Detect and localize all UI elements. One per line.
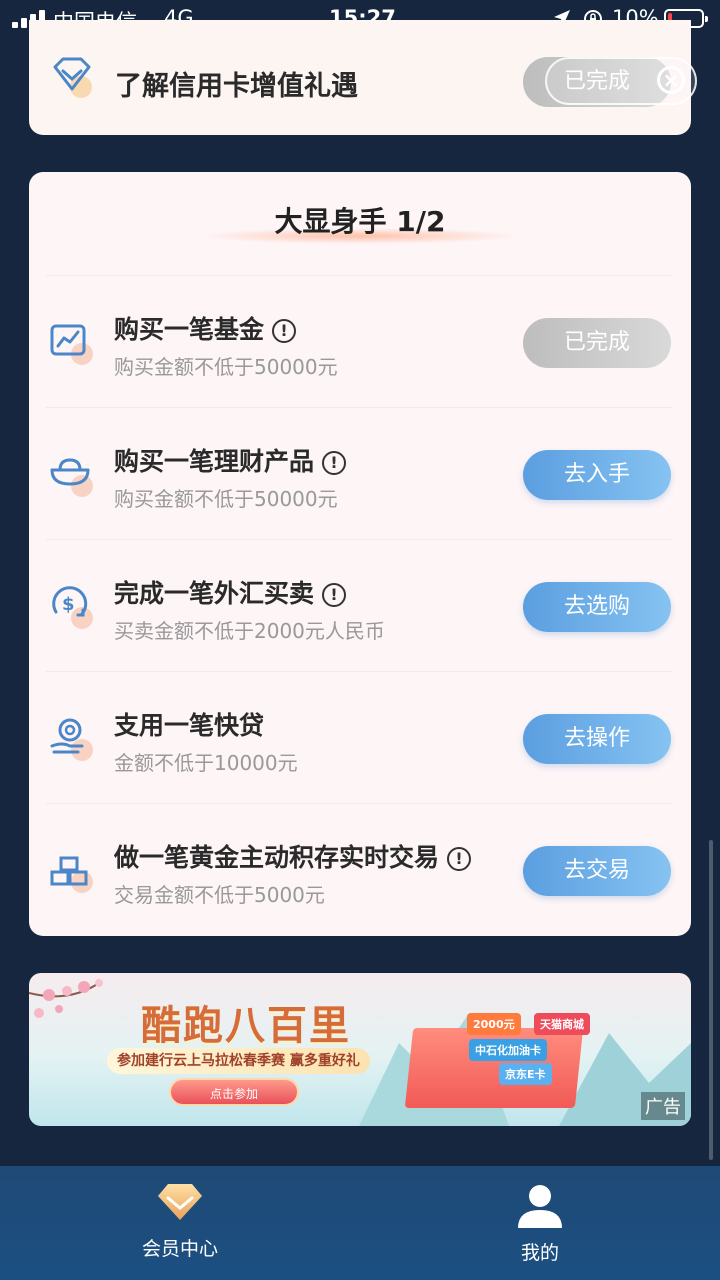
info-icon[interactable]: ! bbox=[322, 583, 347, 607]
buy-wealth-product-button[interactable]: 去入手 bbox=[523, 450, 671, 500]
coupon-label: 天猫商城 bbox=[534, 1013, 590, 1035]
use-quick-loan-button[interactable]: 去操作 bbox=[523, 714, 671, 764]
info-icon[interactable]: ! bbox=[272, 319, 297, 343]
task-row: 购买一笔理财产品! 购买金额不低于50000元 去入手 bbox=[46, 407, 672, 540]
gold-trade-button[interactable]: 去交易 bbox=[523, 846, 671, 896]
tab-label: 会员中心 bbox=[141, 1238, 218, 1260]
task-row: 做一笔黄金主动积存实时交易! 交易金额不低于5000元 去交易 bbox=[46, 803, 672, 936]
ingot-icon bbox=[50, 458, 93, 497]
cherry-blossom-decoration bbox=[29, 979, 103, 1018]
task-description: 买卖金额不低于2000元人民币 bbox=[114, 619, 385, 643]
coupon-label: 中石化加油卡 bbox=[469, 1039, 547, 1061]
coupon-label: 2000元 bbox=[467, 1013, 521, 1035]
banner-slogan: 参加建行云上马拉松春季赛 赢多重好礼 bbox=[107, 1048, 370, 1074]
loan-hand-icon bbox=[50, 718, 93, 761]
user-icon bbox=[518, 1185, 562, 1228]
buy-forex-button[interactable]: 去选购 bbox=[523, 582, 671, 632]
dollar-exchange-icon: $ bbox=[52, 586, 93, 629]
section-title: 大显身手 1/2 bbox=[274, 205, 446, 238]
task-name: 完成一笔外汇买卖! bbox=[114, 574, 347, 610]
close-icon[interactable]: × bbox=[657, 66, 685, 94]
task-row: $ 完成一笔外汇买卖! 买卖金额不低于2000元人民币 去选购 bbox=[46, 539, 672, 672]
gold-bars-icon bbox=[50, 856, 93, 893]
tab-label: 我的 bbox=[520, 1242, 559, 1264]
tab-member-center[interactable]: 会员中心 bbox=[80, 1166, 280, 1280]
task-name: 支用一笔快贷 bbox=[114, 711, 265, 740]
info-icon[interactable]: ! bbox=[322, 451, 347, 475]
scrollbar[interactable] bbox=[709, 840, 713, 1160]
task-description: 交易金额不低于5000元 bbox=[114, 883, 325, 907]
ad-label: 广告 bbox=[641, 1092, 685, 1120]
marathon-logo: 酷跑八百里 bbox=[141, 1003, 351, 1049]
diamond-icon bbox=[158, 1184, 202, 1220]
task-name: 购买一笔基金! bbox=[114, 310, 297, 346]
bottom-tab-bar: 会员中心 我的 bbox=[0, 1166, 720, 1280]
fund-completed-button: 已完成 bbox=[523, 318, 671, 368]
join-button[interactable]: 点击参加 bbox=[169, 1078, 299, 1106]
task-title: 了解信用卡增值礼遇 bbox=[115, 71, 358, 102]
task-name: 做一笔黄金主动积存实时交易! bbox=[114, 838, 472, 874]
task-section-card: 大显身手 1/2 购买一笔基金! 购买金额不低于50000元 已完成 购买一笔理… bbox=[29, 172, 691, 936]
diamond-icon bbox=[53, 57, 92, 98]
task-description: 购买金额不低于50000元 bbox=[114, 355, 338, 379]
floating-close-button[interactable]: × bbox=[545, 57, 697, 105]
task-description: 金额不低于10000元 bbox=[114, 751, 298, 775]
marathon-promo-banner[interactable]: 酷跑八百里 参加建行云上马拉松春季赛 赢多重好礼 点击参加 2000元 中石化加… bbox=[29, 973, 691, 1126]
info-icon[interactable]: ! bbox=[447, 847, 472, 871]
task-name: 购买一笔理财产品! bbox=[114, 442, 347, 478]
task-description: 购买金额不低于50000元 bbox=[114, 487, 338, 511]
coupon-label: 京东E卡 bbox=[499, 1063, 552, 1085]
chart-icon bbox=[50, 324, 93, 365]
svg-text:$: $ bbox=[62, 594, 75, 615]
task-row: 支用一笔快贷 金额不低于10000元 去操作 bbox=[46, 671, 672, 804]
task-row: 购买一笔基金! 购买金额不低于50000元 已完成 bbox=[46, 275, 672, 408]
tab-mine[interactable]: 我的 bbox=[440, 1166, 640, 1280]
